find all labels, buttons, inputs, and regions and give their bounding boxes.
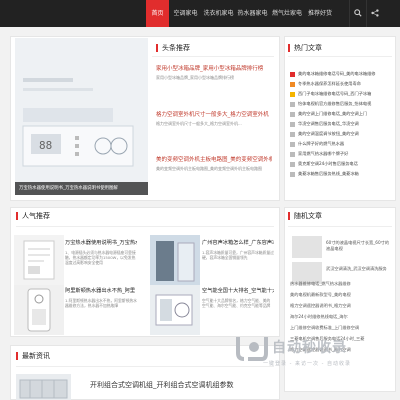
hot-item[interactable]: 美菱冰箱售后服务热线_美菱冰箱 <box>290 171 394 179</box>
rank-badge <box>290 81 295 87</box>
top-nav: 首页 空调家电 洗衣机家电 热水器家电 燃气灶家电 推荐好货 <box>0 0 400 27</box>
popular-4-desc: 空气能十大品牌排名，格力空气能、美的空气能、海尔空气能、约克空气能等品牌 <box>202 298 271 308</box>
hot-item[interactable]: 西门子电冰箱维修电话号码_西门子冰箱 <box>290 91 394 99</box>
svg-text:88: 88 <box>39 139 52 152</box>
hot-title: 热门文章 <box>288 44 322 52</box>
popular-4-title[interactable]: 空气能全国十大排名_空气能十大 <box>202 287 274 294</box>
popular-2-title[interactable]: 广州容声冰箱怎么样_广东容声冰箱 <box>202 239 274 246</box>
rank-badge <box>290 171 295 177</box>
rank-badge <box>290 71 295 77</box>
hot-item[interactable]: 家用燃气热水器哪个牌子好 <box>290 151 394 159</box>
headline-3-title[interactable]: 美的变频空调外机主板电路图_美的变频空调外机 <box>156 155 272 163</box>
featured-caption[interactable]: 万宝热水器使用说明书_万宝热水器说明书使用图解 <box>15 182 148 195</box>
popular-2-desc: 1.容声冰箱质量可靠，广州容声冰箱质量过硬，容声冰箱全国销量领先 <box>202 250 274 260</box>
latest-title: 最新资讯 <box>16 352 50 360</box>
popular-4-image[interactable] <box>150 285 200 335</box>
latest-image[interactable] <box>16 374 71 400</box>
hot-item[interactable]: 美的空调上门维修电话_美的空调上门 <box>290 111 394 119</box>
hot-item-label: 怡体电视机官方维修售后服务_怡体电视 <box>298 101 372 106</box>
random-2-title[interactable]: 武汉空调清洗_武汉空调清洗服务 <box>326 266 392 280</box>
share-icon[interactable] <box>366 0 382 27</box>
random-line[interactable]: 美的电视机最新款型号_美的电视 <box>290 292 394 298</box>
nav-recommend[interactable]: 推荐好货 <box>305 0 335 27</box>
hot-item[interactable]: 美的电冰箱维修电话号码_美的电冰箱维修 <box>290 71 394 79</box>
headlines-divider <box>152 56 274 57</box>
rank-badge <box>290 111 295 117</box>
headline-1-title[interactable]: 家用小型冰箱品牌_家用小型冰箱品牌排行榜 <box>156 64 272 72</box>
popular-3-title[interactable]: 阿里斯顿热水器出水不热_阿里 <box>65 287 137 294</box>
headline-2-title[interactable]: 格力空调室外机尺寸一般多大_格力空调室外机 <box>156 110 272 118</box>
hot-divider <box>288 56 392 57</box>
watermark-tagline: 一键登录 - 来访一次 - 自动收录 <box>263 361 351 367</box>
random-title: 随机文章 <box>288 212 322 220</box>
popular-title: 人气推荐 <box>16 212 50 220</box>
rank-badge <box>290 121 295 127</box>
rank-badge <box>290 151 295 157</box>
hot-item[interactable]: 冬季热水器保养怎样延长使用寿命 <box>290 81 394 89</box>
hot-item-label: 什么牌子好的燃气热水器 <box>298 141 345 146</box>
hot-item[interactable]: 怡体电视机官方维修售后服务_怡体电视 <box>290 101 394 109</box>
hot-item-label: 华凌空调售后服务电话_华凌空调 <box>298 121 359 126</box>
random-line[interactable]: 上门维修空调收费标准_上门维修空调 <box>290 325 394 331</box>
hot-item-label: 美的空调温度调节按钮_美的空调 <box>298 131 359 136</box>
hot-item-label: 冬季热水器保养怎样延长使用寿命 <box>298 81 361 86</box>
rank-badge <box>290 161 295 167</box>
headline-3-desc: 美的变频空调外机主板电路图_美的变频空调外机主板电路图 <box>156 166 262 171</box>
latest-divider <box>16 366 274 367</box>
hot-item-label: 美的空调上门维修电话_美的空调上门 <box>298 111 368 116</box>
featured-image[interactable]: 88 万宝热水器使用说明书_万宝热水器说明书使用图解 <box>15 38 148 195</box>
hot-item-label: 美的电冰箱维修电话号码_美的电冰箱维修 <box>298 71 376 76</box>
headlines-title: 头条推荐 <box>156 44 190 52</box>
watermark-brand: 自动秒收录 <box>272 340 347 356</box>
hot-item-label: 西门子电冰箱维修电话号码_西门子冰箱 <box>298 91 372 96</box>
popular-1-desc: 1、电源插头必须与热水器电源插座可靠接触，热水器额定功率为1500W，以免发热温… <box>65 250 136 265</box>
headline-2-desc: 格力空调室外机尺寸一般多大_格力空调室外机... <box>156 121 242 126</box>
nav-aircon[interactable]: 空调家电 <box>170 0 201 27</box>
hot-item[interactable]: 华凌空调售后服务电话_华凌空调 <box>290 121 394 129</box>
random-divider <box>288 226 392 227</box>
rank-badge <box>290 91 295 97</box>
rank-badge <box>290 131 295 137</box>
random-line[interactable]: 热水器维修电话_燃气热水器维修 <box>290 281 394 287</box>
hot-item-label: 家用燃气热水器哪个牌子好 <box>298 151 349 156</box>
random-line[interactable]: 海尔24小时维修热线电话_海尔 <box>290 314 394 320</box>
hot-item[interactable]: 什么牌子好的燃气热水器 <box>290 141 394 149</box>
popular-divider <box>16 226 274 227</box>
nav-home[interactable]: 首页 <box>146 0 169 27</box>
hot-item-label: 奥克斯空调24小时售后服务电话 <box>298 161 358 166</box>
nav-gas-stove[interactable]: 燃气灶家电 <box>270 0 304 27</box>
headline-1-desc: 家用小型冰箱品牌_家用小型冰箱品牌排行榜 <box>156 75 234 80</box>
popular-1-image[interactable] <box>14 235 64 285</box>
rank-badge <box>290 101 295 107</box>
random-1-title[interactable]: 60寸的液晶电视尺寸长宽_60寸的液晶电视 <box>326 240 392 254</box>
popular-3-desc: 1.阿里斯顿热水器出水不热，阿里斯顿热水器维修方法，热水器不加热故障 <box>65 298 137 308</box>
popular-3-image[interactable] <box>14 285 64 335</box>
popular-1-title[interactable]: 万宝热水器使用说明书_万宝热水 <box>65 239 137 246</box>
popular-2-image[interactable] <box>150 235 200 285</box>
hot-item-label: 美菱冰箱售后服务热线_美菱冰箱 <box>298 171 359 176</box>
hot-item[interactable]: 美的空调温度调节按钮_美的空调 <box>290 131 394 139</box>
nav-heater[interactable]: 热水器家电 <box>236 0 269 27</box>
latest-item-title[interactable]: 开利组合式空调机组_开利组合式空调机组参数 <box>90 380 234 390</box>
hot-item[interactable]: 奥克斯空调24小时售后服务电话 <box>290 161 394 169</box>
rank-badge <box>290 141 295 147</box>
nav-washer[interactable]: 洗衣机家电 <box>202 0 235 27</box>
random-line[interactable]: 格力空调遥控器说明书_格力空调 <box>290 303 394 309</box>
search-icon[interactable] <box>349 0 365 27</box>
watermark-logo-icon <box>236 337 268 361</box>
random-1-image[interactable] <box>292 236 322 258</box>
